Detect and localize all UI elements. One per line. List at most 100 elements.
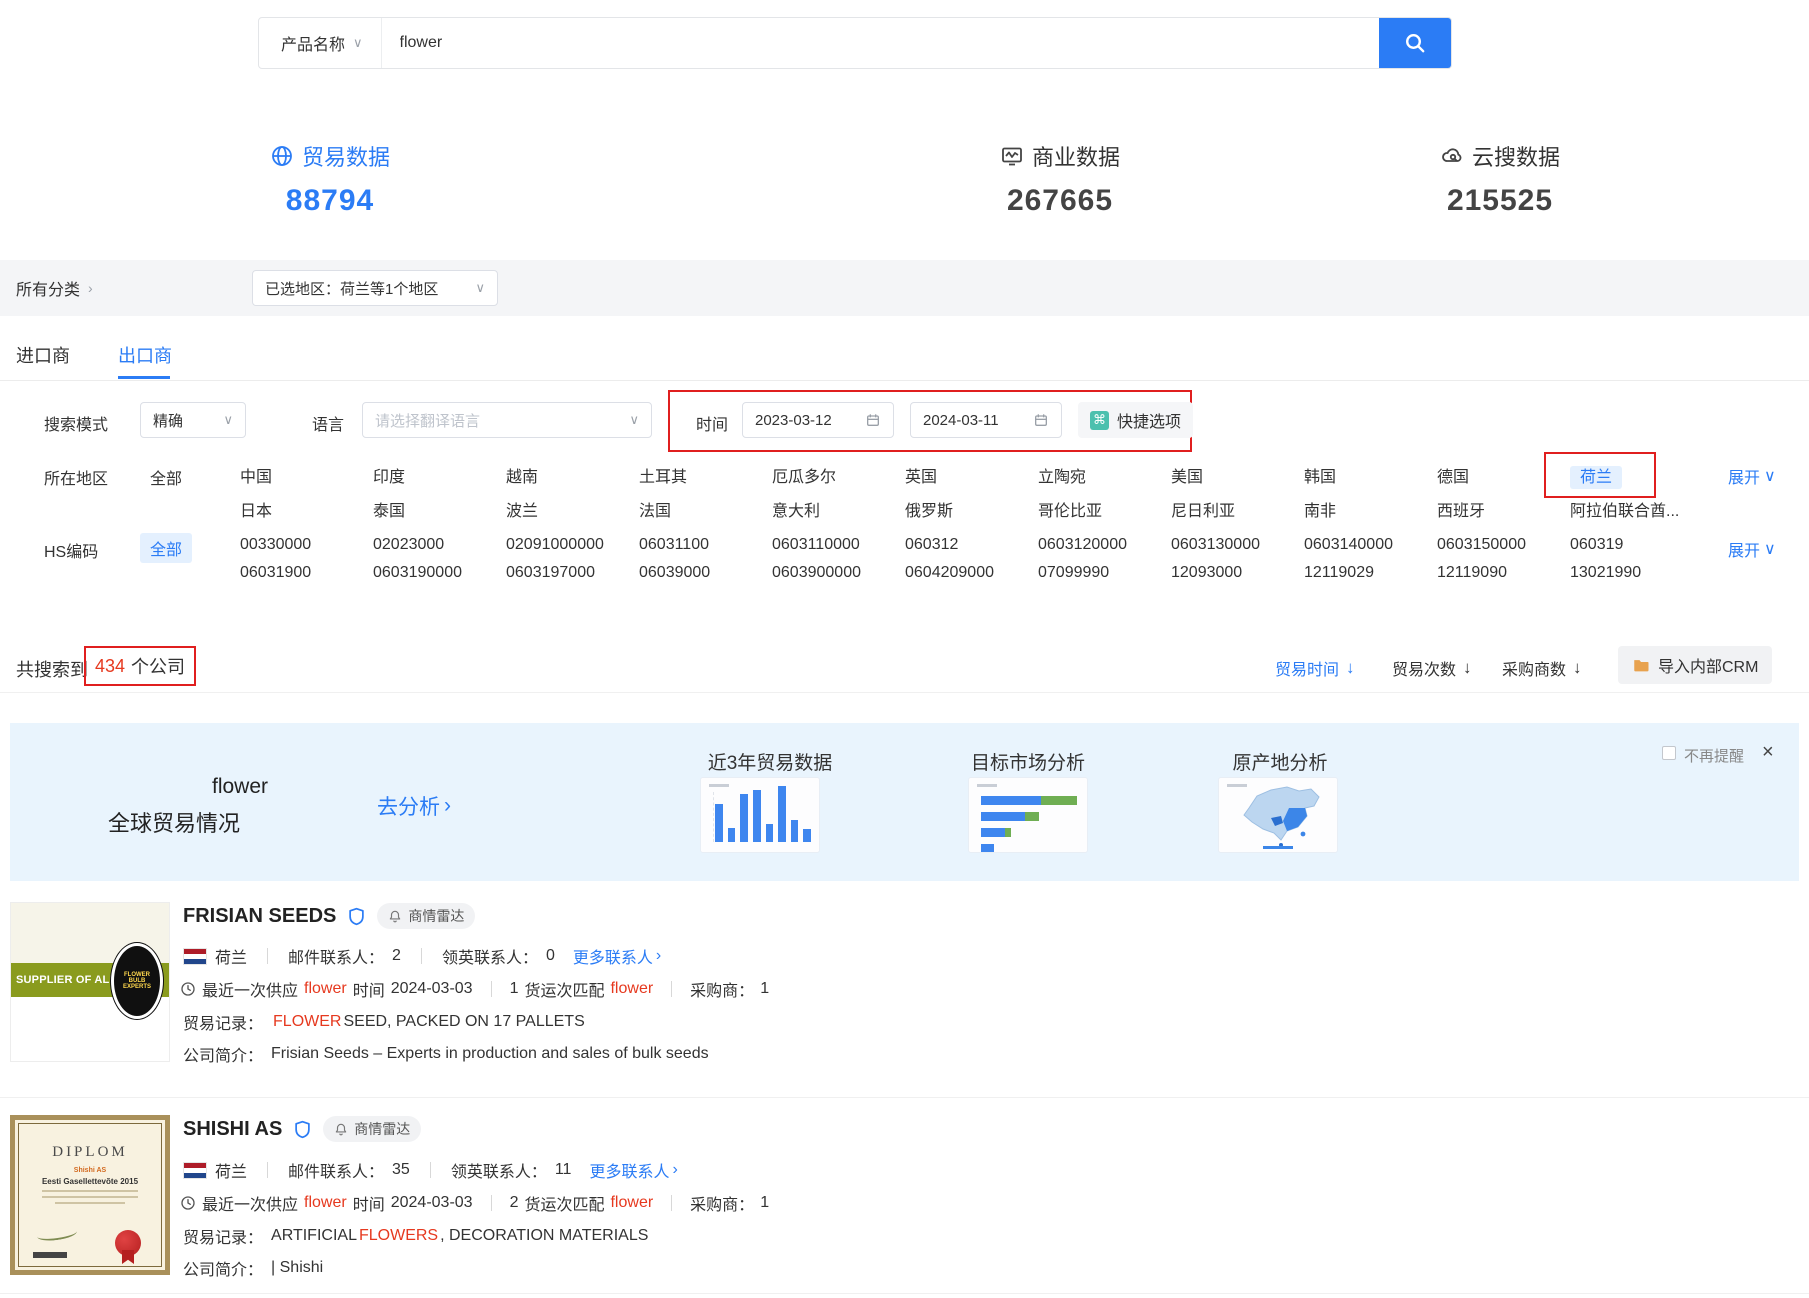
- language-select[interactable]: 请选择翻译语言 ∨: [362, 402, 652, 438]
- trade-record-keyword: FLOWER: [273, 1013, 341, 1031]
- company-supply-row: 最近一次供应 flower 时间 2024-03-03 2货运次匹配 flowe…: [180, 1191, 769, 1215]
- region-option[interactable]: 越南: [506, 463, 639, 487]
- company-name[interactable]: FRISIAN SEEDS: [183, 905, 336, 928]
- verified-shield-icon[interactable]: [348, 907, 365, 926]
- banner-keyword: flower: [130, 775, 350, 799]
- certificate-signature: [36, 1225, 77, 1242]
- hs-code-option[interactable]: 00330000: [240, 536, 373, 554]
- hs-code-option[interactable]: 060312: [905, 536, 1038, 554]
- hs-code-option[interactable]: 12119029: [1304, 564, 1437, 582]
- region-option[interactable]: 西班牙: [1437, 497, 1570, 521]
- region-option[interactable]: 厄瓜多尔: [772, 463, 905, 487]
- hs-code-option[interactable]: 0603197000: [506, 564, 639, 582]
- search-category-dropdown[interactable]: 产品名称 ∨: [259, 18, 382, 68]
- hs-code-option[interactable]: 06031900: [240, 564, 373, 582]
- company-logo[interactable]: DIPLOM Shishi AS Eesti Gasellettevõte 20…: [10, 1115, 170, 1275]
- region-all-option[interactable]: 全部: [150, 465, 182, 489]
- region-option[interactable]: 泰国: [373, 497, 506, 521]
- separator: [267, 1162, 268, 1178]
- hs-code-option[interactable]: 07099990: [1038, 564, 1171, 582]
- hs-code-option[interactable]: 0603120000: [1038, 536, 1171, 554]
- region-option[interactable]: 哥伦比亚: [1038, 497, 1171, 521]
- breadcrumb[interactable]: 所有分类: [16, 276, 80, 300]
- selected-region-dropdown[interactable]: 已选地区：荷兰等1个地区 ∨: [252, 270, 498, 306]
- hs-code-option[interactable]: 02023000: [373, 536, 506, 554]
- region-option[interactable]: 印度: [373, 463, 506, 487]
- hs-code-option[interactable]: 06039000: [639, 564, 772, 582]
- search-button[interactable]: [1379, 18, 1451, 68]
- hs-code-option[interactable]: 0603140000: [1304, 536, 1437, 554]
- search-mode-select[interactable]: 精确 ∨: [140, 402, 246, 438]
- hs-code-option[interactable]: 0603130000: [1171, 536, 1304, 554]
- region-option[interactable]: 立陶宛: [1038, 463, 1171, 487]
- tab-importer[interactable]: 进口商: [16, 342, 70, 368]
- region-option[interactable]: 尼日利亚: [1171, 497, 1304, 521]
- region-options: 中国 印度 越南 土耳其 厄瓜多尔 英国 立陶宛 美国 韩国 德国 荷兰 日本 …: [240, 463, 1703, 521]
- company-intro-row: 公司简介： | Shishi: [183, 1256, 323, 1280]
- chevron-down-icon: ∨: [353, 35, 363, 51]
- region-option[interactable]: 波兰: [506, 497, 639, 521]
- close-icon[interactable]: ×: [1762, 742, 1774, 762]
- chevron-right-icon: ›: [88, 280, 93, 296]
- hs-all-option[interactable]: 全部: [140, 533, 192, 563]
- sort-buyer-count[interactable]: 采购商数 ↓: [1502, 656, 1582, 680]
- business-radar-badge[interactable]: 商情雷达: [323, 1116, 421, 1142]
- hs-code-option[interactable]: 12093000: [1171, 564, 1304, 582]
- hs-expand-button[interactable]: 展开 ∨: [1728, 537, 1776, 561]
- date-to-input[interactable]: 2024-03-11: [910, 402, 1062, 438]
- target-market-thumbnail[interactable]: [968, 777, 1088, 853]
- hs-code-option[interactable]: 060319: [1570, 536, 1703, 554]
- region-option[interactable]: 南非: [1304, 497, 1437, 521]
- region-option[interactable]: 英国: [905, 463, 1038, 487]
- hs-code-option[interactable]: 0603110000: [772, 536, 905, 554]
- import-crm-button[interactable]: 导入内部CRM: [1618, 646, 1772, 684]
- more-contacts-link[interactable]: 更多联系人 ›: [573, 944, 661, 968]
- region-expand-button[interactable]: 展开 ∨: [1728, 464, 1776, 488]
- region-option[interactable]: 德国: [1437, 463, 1570, 487]
- more-contacts-link[interactable]: 更多联系人 ›: [589, 1158, 677, 1182]
- company-contact-row: 荷兰 邮件联系人：35 领英联系人：11 更多联系人 ›: [183, 1158, 678, 1182]
- stat-business-data[interactable]: 商业数据 267665: [955, 140, 1165, 218]
- region-option[interactable]: 中国: [240, 463, 373, 487]
- region-option[interactable]: 阿拉伯联合酋...: [1570, 497, 1703, 521]
- hs-code-option[interactable]: 0603150000: [1437, 536, 1570, 554]
- category-bar: 所有分类 › 已选地区：荷兰等1个地区 ∨: [0, 260, 1809, 316]
- verified-shield-icon[interactable]: [294, 1120, 311, 1139]
- region-option-selected[interactable]: 荷兰: [1570, 466, 1622, 489]
- stat-cloud-search-data[interactable]: 云搜数据 215525: [1395, 140, 1605, 218]
- hs-code-option[interactable]: 13021990: [1570, 564, 1703, 582]
- hs-code-option[interactable]: 06031100: [639, 536, 772, 554]
- shipment-keyword: flower: [610, 980, 653, 998]
- region-option[interactable]: 意大利: [772, 497, 905, 521]
- trade-trend-thumbnail[interactable]: [700, 777, 820, 853]
- hs-code-option[interactable]: 0603900000: [772, 564, 905, 582]
- search-category-label: 产品名称: [281, 31, 345, 55]
- region-option[interactable]: 韩国: [1304, 463, 1437, 487]
- region-option[interactable]: 美国: [1171, 463, 1304, 487]
- quick-options-button[interactable]: ⌘ 快捷选项: [1078, 402, 1193, 438]
- region-option[interactable]: 俄罗斯: [905, 497, 1038, 521]
- dismiss-checkbox[interactable]: [1662, 746, 1676, 760]
- go-analyze-link[interactable]: 去分析 ›: [377, 791, 451, 821]
- region-option[interactable]: 日本: [240, 497, 373, 521]
- hs-code-option[interactable]: 12119090: [1437, 564, 1570, 582]
- company-logo[interactable]: SUPPLIER OF ALL SEEDS FLOWER BULB EXPERT…: [10, 902, 170, 1062]
- company-intro-label: 公司简介：: [183, 1256, 263, 1280]
- company-name[interactable]: SHISHI AS: [183, 1118, 282, 1141]
- sort-trade-count[interactable]: 贸易次数 ↓: [1392, 656, 1472, 680]
- date-from-input[interactable]: 2023-03-12: [742, 402, 894, 438]
- hs-code-option[interactable]: 0604209000: [905, 564, 1038, 582]
- tab-exporter[interactable]: 出口商: [118, 342, 172, 368]
- dismiss-label[interactable]: 不再提醒: [1684, 745, 1744, 766]
- stat-trade-data[interactable]: 贸易数据 88794: [225, 140, 435, 218]
- card-divider: [0, 1293, 1809, 1294]
- hs-code-option[interactable]: 02091000000: [506, 536, 639, 554]
- region-option[interactable]: 法国: [639, 497, 772, 521]
- thumbnail-caption-bar: [977, 784, 997, 787]
- hs-code-option[interactable]: 0603190000: [373, 564, 506, 582]
- region-option[interactable]: 土耳其: [639, 463, 772, 487]
- business-radar-badge[interactable]: 商情雷达: [377, 903, 475, 929]
- sort-trade-time[interactable]: 贸易时间 ↓: [1275, 656, 1355, 680]
- origin-analysis-thumbnail[interactable]: [1218, 777, 1338, 853]
- search-input[interactable]: [382, 18, 1379, 68]
